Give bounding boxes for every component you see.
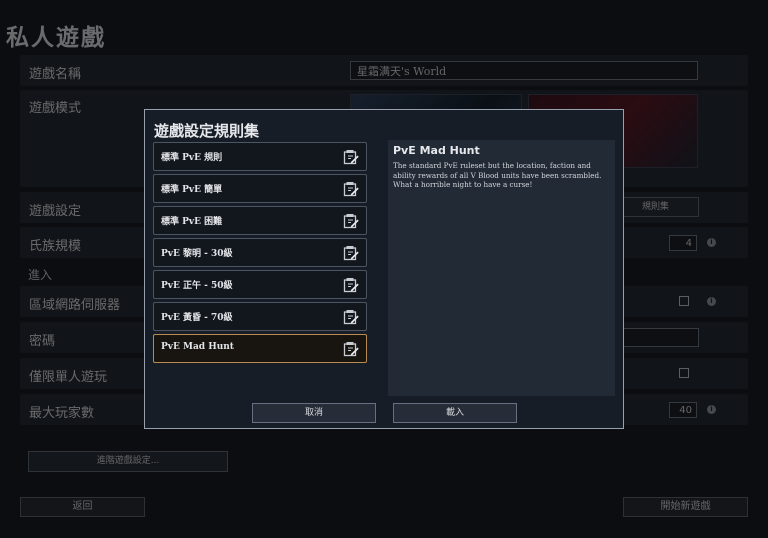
ruleset-description-panel: PvE Mad Hunt The standard PvE ruleset bu…: [388, 140, 615, 396]
cancel-button[interactable]: 取消: [252, 403, 376, 423]
edit-icon[interactable]: [343, 277, 359, 293]
edit-icon[interactable]: [343, 181, 359, 197]
ruleset-modal: 遊戲設定規則集 標準 PvE 規則 標準 PvE 簡單 標準 PvE 困難 PvE 黎…: [144, 109, 624, 429]
edit-icon[interactable]: [343, 213, 359, 229]
ruleset-item[interactable]: PvE Mad Hunt: [153, 334, 367, 363]
edit-icon[interactable]: [343, 245, 359, 261]
ruleset-item[interactable]: PvE 黎明 - 30級: [153, 238, 367, 267]
ruleset-item-label: 標準 PvE 困難: [161, 217, 223, 227]
ruleset-item-label: 標準 PvE 簡單: [161, 185, 223, 195]
ruleset-item-label: PvE 黃昏 - 70級: [161, 313, 233, 323]
ruleset-item[interactable]: PvE 正午 - 50級: [153, 270, 367, 299]
ruleset-item[interactable]: 標準 PvE 困難: [153, 206, 367, 235]
ruleset-item[interactable]: PvE 黃昏 - 70級: [153, 302, 367, 331]
edit-icon[interactable]: [343, 309, 359, 325]
edit-icon[interactable]: [343, 341, 359, 357]
ruleset-item[interactable]: 標準 PvE 規則: [153, 142, 367, 171]
ruleset-item-label: PvE 黎明 - 30級: [161, 249, 233, 259]
load-button[interactable]: 載入: [393, 403, 517, 423]
edit-icon[interactable]: [343, 149, 359, 165]
ruleset-description-text: The standard PvE ruleset but the locatio…: [393, 161, 602, 189]
ruleset-item-label: PvE Mad Hunt: [161, 342, 234, 352]
ruleset-item-label: 標準 PvE 規則: [161, 153, 223, 163]
ruleset-description-title: PvE Mad Hunt: [393, 144, 480, 157]
ruleset-item[interactable]: 標準 PvE 簡單: [153, 174, 367, 203]
ruleset-item-label: PvE 正午 - 50級: [161, 281, 233, 291]
modal-title: 遊戲設定規則集: [154, 122, 260, 140]
